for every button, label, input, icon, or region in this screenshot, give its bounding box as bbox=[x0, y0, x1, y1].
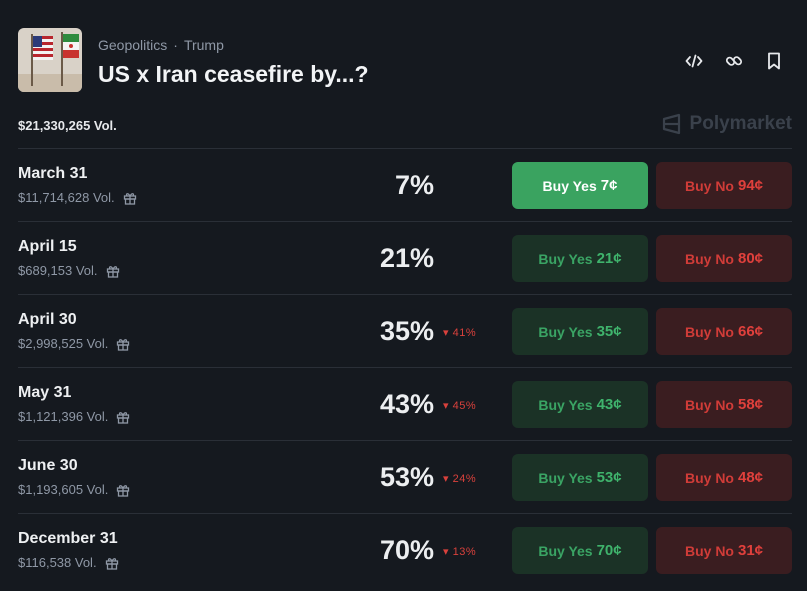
outcome-change: ▾ 24% bbox=[443, 473, 477, 485]
buy-yes-button[interactable]: Buy Yes 21¢ bbox=[512, 235, 648, 282]
buy-yes-price: 43¢ bbox=[596, 396, 622, 413]
link-icon bbox=[725, 56, 743, 66]
brand-watermark: Polymarket bbox=[661, 113, 792, 135]
outcome-row[interactable]: May 31 $1,121,396 Vol. 43% ▾ 45% Buy Yes… bbox=[18, 367, 792, 440]
buy-yes-label: Buy Yes bbox=[542, 177, 597, 194]
code-icon bbox=[685, 54, 703, 68]
buy-no-price: 58¢ bbox=[737, 396, 764, 413]
outcome-volume-text: $1,121,396 Vol. bbox=[18, 409, 109, 424]
breadcrumb-category[interactable]: Geopolitics bbox=[98, 37, 167, 53]
buy-no-label: Buy No bbox=[684, 177, 734, 194]
outcome-volume-text: $2,998,525 Vol. bbox=[18, 336, 109, 351]
outcome-change: ▾ 13% bbox=[443, 546, 477, 558]
buy-yes-price: 53¢ bbox=[596, 469, 622, 486]
outcome-probability: 53% bbox=[379, 462, 434, 492]
outcome-volume: $689,153 Vol. bbox=[18, 263, 120, 278]
outcome-probability: 21% bbox=[379, 243, 434, 273]
outcome-probability: 43% bbox=[379, 389, 434, 419]
outcome-date: April 15 bbox=[18, 238, 77, 255]
gift-icon[interactable] bbox=[105, 556, 119, 570]
buy-no-button[interactable]: Buy No 80¢ bbox=[656, 235, 792, 282]
outcome-change: ▾ 41% bbox=[443, 327, 477, 339]
flags-image bbox=[18, 28, 82, 92]
breadcrumb: Geopolitics · Trump bbox=[98, 37, 224, 53]
buy-yes-price: 7¢ bbox=[600, 177, 618, 194]
gift-icon[interactable] bbox=[116, 337, 130, 351]
buy-yes-button[interactable]: Buy Yes 35¢ bbox=[512, 308, 648, 355]
outcome-date: March 31 bbox=[18, 165, 88, 182]
buy-yes-price: 70¢ bbox=[596, 542, 622, 559]
outcome-probability: 7% bbox=[394, 170, 434, 200]
outcome-volume-text: $11,714,628 Vol. bbox=[18, 190, 115, 205]
outcomes-list: March 31 $11,714,628 Vol. 7% Buy Yes 7¢ B… bbox=[18, 148, 792, 586]
buy-no-label: Buy No bbox=[684, 250, 734, 267]
breadcrumb-separator: · bbox=[173, 37, 178, 53]
outcome-row[interactable]: December 31 $116,538 Vol. 70% ▾ 13% Buy … bbox=[18, 513, 792, 586]
buy-no-price: 48¢ bbox=[737, 469, 764, 486]
buy-no-price: 80¢ bbox=[737, 250, 764, 267]
buy-no-price: 31¢ bbox=[737, 542, 764, 559]
outcome-date: December 31 bbox=[18, 530, 118, 547]
buy-yes-price: 21¢ bbox=[596, 250, 622, 267]
buy-yes-button[interactable]: Buy Yes 43¢ bbox=[512, 381, 648, 428]
buy-yes-label: Buy Yes bbox=[538, 469, 593, 486]
outcome-change: ▾ 45% bbox=[443, 400, 477, 412]
market-title: US x Iran ceasefire by...? bbox=[98, 61, 369, 87]
outcome-volume-text: $689,153 Vol. bbox=[18, 263, 98, 278]
copy-link-button[interactable] bbox=[723, 50, 745, 72]
outcome-volume: $2,998,525 Vol. bbox=[18, 336, 130, 351]
outcome-volume-text: $116,538 Vol. bbox=[18, 555, 97, 570]
outcome-date: May 31 bbox=[18, 384, 72, 401]
buy-yes-label: Buy Yes bbox=[538, 542, 593, 559]
buy-yes-label: Buy Yes bbox=[538, 323, 593, 340]
outcome-probability: 35% bbox=[379, 316, 434, 346]
gift-icon[interactable] bbox=[116, 483, 130, 497]
market-thumbnail-image[interactable] bbox=[18, 28, 82, 92]
buy-no-button[interactable]: Buy No 48¢ bbox=[656, 454, 792, 501]
buy-no-button[interactable]: Buy No 58¢ bbox=[656, 381, 792, 428]
brand-name: Polymarket bbox=[689, 113, 792, 134]
outcome-row[interactable]: April 15 $689,153 Vol. 21% Buy Yes 21¢ Bu… bbox=[18, 221, 792, 294]
header-actions bbox=[683, 50, 785, 72]
outcome-volume: $1,121,396 Vol. bbox=[18, 409, 130, 424]
buy-no-price: 66¢ bbox=[737, 323, 764, 340]
outcome-row[interactable]: June 30 $1,193,605 Vol. 53% ▾ 24% Buy Ye… bbox=[18, 440, 792, 513]
buy-yes-button[interactable]: Buy Yes 7¢ bbox=[512, 162, 648, 209]
buy-no-label: Buy No bbox=[684, 542, 734, 559]
bookmark-icon bbox=[768, 52, 780, 70]
market-header: Geopolitics · Trump US x Iran ceasefire by… bbox=[18, 28, 789, 92]
buy-no-label: Buy No bbox=[684, 396, 734, 413]
buy-no-button[interactable]: Buy No 31¢ bbox=[656, 527, 792, 574]
gift-icon[interactable] bbox=[116, 410, 130, 424]
gift-icon[interactable] bbox=[106, 264, 120, 278]
buy-yes-label: Buy Yes bbox=[538, 250, 593, 267]
buy-no-price: 94¢ bbox=[737, 177, 764, 194]
embed-button[interactable] bbox=[683, 50, 705, 72]
buy-no-label: Buy No bbox=[684, 469, 734, 486]
buy-no-button[interactable]: Buy No 94¢ bbox=[656, 162, 792, 209]
outcome-row[interactable]: April 30 $2,998,525 Vol. 35% ▾ 41% Buy Y… bbox=[18, 294, 792, 367]
outcome-volume: $11,714,628 Vol. bbox=[18, 190, 137, 205]
outcome-row[interactable]: March 31 $11,714,628 Vol. 7% Buy Yes 7¢ B… bbox=[18, 148, 792, 221]
buy-yes-price: 35¢ bbox=[596, 323, 622, 340]
buy-yes-button[interactable]: Buy Yes 70¢ bbox=[512, 527, 648, 574]
bookmark-button[interactable] bbox=[763, 50, 785, 72]
breadcrumb-tag[interactable]: Trump bbox=[184, 37, 224, 53]
polymarket-logo-icon bbox=[662, 113, 680, 135]
buy-yes-button[interactable]: Buy Yes 53¢ bbox=[512, 454, 648, 501]
outcome-probability: 70% bbox=[379, 535, 434, 565]
outcome-date: June 30 bbox=[18, 457, 78, 474]
total-volume: $21,330,265 Vol. bbox=[18, 118, 117, 133]
outcome-date: April 30 bbox=[18, 311, 77, 328]
outcome-volume-text: $1,193,605 Vol. bbox=[18, 482, 109, 497]
buy-yes-label: Buy Yes bbox=[538, 396, 593, 413]
gift-icon[interactable] bbox=[123, 191, 137, 205]
outcome-volume: $1,193,605 Vol. bbox=[18, 482, 130, 497]
buy-no-button[interactable]: Buy No 66¢ bbox=[656, 308, 792, 355]
outcome-volume: $116,538 Vol. bbox=[18, 555, 119, 570]
buy-no-label: Buy No bbox=[684, 323, 734, 340]
